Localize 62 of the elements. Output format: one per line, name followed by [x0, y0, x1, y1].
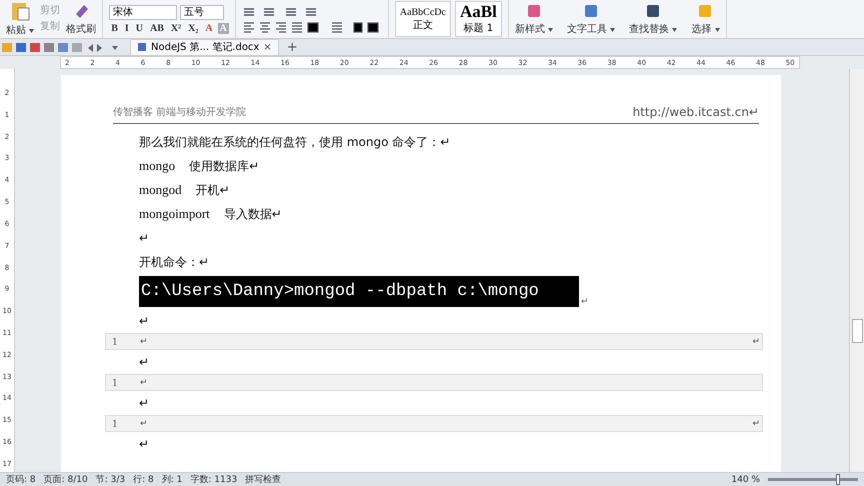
header-url: http://web.itcast.cn↵: [632, 105, 759, 119]
status-item: 页面: 8/10: [44, 474, 88, 486]
line-number: 1: [111, 336, 118, 348]
format-button[interactable]: I: [122, 22, 131, 34]
paragraph: 开机命令：↵: [139, 254, 210, 271]
command-name: mongoimport: [139, 205, 210, 223]
command-name: mongod: [139, 181, 182, 199]
format-button[interactable]: X₂: [186, 22, 200, 34]
scrollbar[interactable]: [849, 69, 864, 472]
paragraph: ↵: [139, 354, 150, 371]
caret-icon: [672, 28, 678, 32]
paragraph: 那么我们就能在系统的任何盘符，使用 mongo 命令了：↵: [139, 134, 452, 151]
code-line: ↵: [140, 378, 149, 388]
status-item: 行: 8: [133, 474, 154, 486]
code-line: ↵: [140, 418, 149, 428]
paragraph-mark: ↵: [752, 336, 761, 346]
command-name: mongo: [139, 157, 176, 175]
tool-button[interactable]: 新样式: [514, 22, 553, 36]
zoom-slider-thumb[interactable]: [836, 474, 840, 485]
console-screenshot: C:\Users\Danny>mongod --dbpath c:\mongo: [139, 276, 579, 307]
format-button[interactable]: U: [134, 22, 145, 34]
format-painter-button[interactable]: 格式刷: [66, 22, 96, 36]
paragraph: ↵: [139, 436, 150, 453]
caret-icon: [714, 28, 720, 32]
font-family-field[interactable]: 宋体: [109, 4, 178, 20]
tool-button[interactable]: 选择: [691, 22, 720, 36]
new-tab-button[interactable]: +: [286, 40, 298, 54]
document-icon: [137, 42, 147, 52]
clipboard-icon[interactable]: [9, 1, 32, 21]
paragraph: ↵: [139, 395, 150, 412]
command-description: 导入数据↵: [224, 206, 282, 223]
status-item: 字数: 1133: [190, 474, 238, 486]
caret-icon: [29, 29, 34, 33]
status-item: 列: 1: [162, 474, 182, 486]
close-icon[interactable]: ×: [263, 42, 272, 52]
tool-button[interactable]: 文字工具: [566, 22, 616, 36]
tool-button[interactable]: 查找替换: [629, 22, 678, 36]
status-item: 拼写检查: [245, 474, 282, 486]
status-item: 节: 3/3: [96, 474, 126, 486]
format-button[interactable]: B: [109, 22, 120, 34]
style-preset[interactable]: AaBbCcDc 正文: [394, 1, 451, 37]
font-size-field[interactable]: 五号: [180, 4, 224, 20]
command-description: 开机↵: [196, 182, 230, 199]
status-item: 页码: 8: [6, 474, 36, 486]
format-button[interactable]: AB: [148, 22, 166, 34]
style-preset[interactable]: AaBl 标题 1: [454, 1, 502, 37]
caret-icon: [610, 28, 616, 32]
line-number: 1: [111, 376, 118, 388]
line-number: 1: [111, 418, 118, 430]
paste-button[interactable]: 粘贴: [6, 23, 34, 37]
command-description: 使用数据库↵: [189, 158, 260, 175]
caret-icon: [548, 28, 553, 32]
document-tab[interactable]: NodeJS 第... 笔记.docx ×: [130, 38, 279, 56]
code-line: ↵: [140, 336, 149, 346]
paragraph-mark: ↵: [752, 418, 761, 428]
format-button[interactable]: A: [203, 22, 215, 34]
zoom-level: 140 %: [731, 474, 760, 484]
format-button[interactable]: X²: [168, 22, 184, 34]
header-text: 传智播客 前端与移动开发学院: [113, 106, 246, 119]
paragraph-mark: ↵: [580, 297, 588, 307]
paragraph: ↵: [139, 313, 150, 330]
paragraph: ↵: [139, 230, 150, 247]
